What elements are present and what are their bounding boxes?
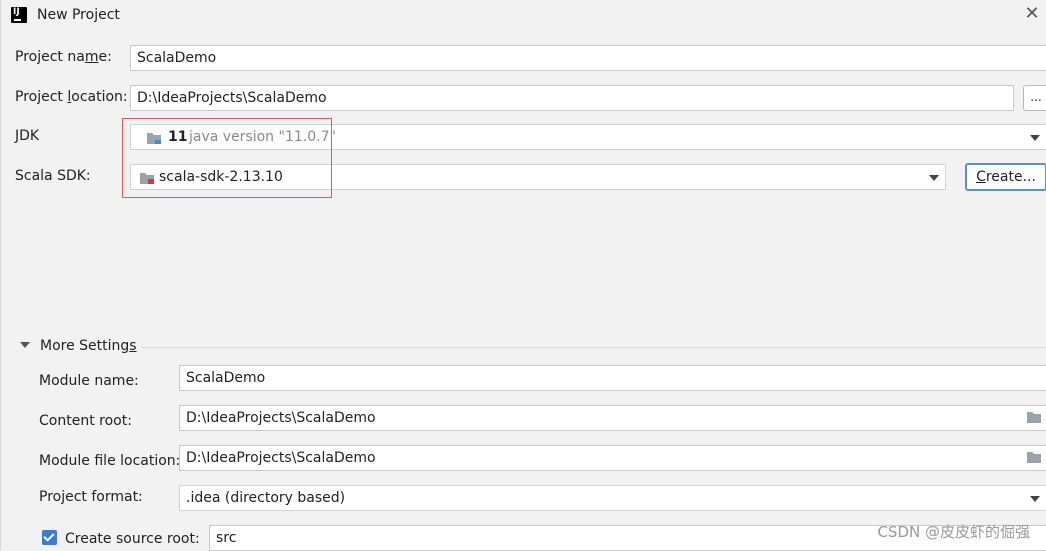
project-format-label: Project format:	[39, 489, 143, 505]
intellij-logo-icon	[11, 7, 27, 23]
chevron-down-icon	[1030, 496, 1040, 502]
content-root-label: Content root:	[39, 413, 132, 429]
module-file-location-input[interactable]: D:\IdeaProjects\ScalaDemo	[179, 445, 1046, 471]
more-settings-header[interactable]: More Settings	[40, 338, 137, 354]
project-location-input[interactable]: D:\IdeaProjects\ScalaDemo	[130, 85, 1014, 111]
watermark: CSDN @皮皮虾的倔强	[877, 523, 1030, 541]
module-name-input[interactable]: ScalaDemo	[179, 365, 1046, 391]
folder-icon[interactable]	[1026, 450, 1042, 464]
module-name-label: Module name:	[39, 373, 139, 389]
triangle-down-icon[interactable]	[20, 342, 30, 348]
highlight-annotation-box	[122, 118, 332, 198]
create-sdk-button[interactable]: Create...	[965, 163, 1046, 191]
create-source-root-checkbox[interactable]	[42, 530, 57, 545]
chevron-down-icon	[1030, 135, 1040, 141]
module-file-location-label: Module file location:	[39, 453, 181, 469]
project-location-label: Project location:	[15, 89, 128, 105]
new-project-dialog: New Project ✕ Project name: ScalaDemo Pr…	[0, 0, 1046, 551]
project-name-label: Project name:	[15, 49, 112, 65]
project-format-value: .idea (directory based)	[186, 490, 346, 506]
project-format-select[interactable]: .idea (directory based)	[179, 485, 1046, 511]
project-name-input[interactable]: ScalaDemo	[130, 45, 1046, 71]
title-bar: New Project ✕	[1, 0, 1046, 32]
create-source-root-label: Create source root:	[65, 531, 200, 547]
section-divider	[141, 347, 1046, 348]
jdk-label: JDK	[15, 128, 40, 144]
scala-sdk-label: Scala SDK:	[15, 168, 91, 184]
close-icon[interactable]: ✕	[1023, 5, 1041, 23]
chevron-down-icon	[929, 175, 939, 181]
window-title: New Project	[37, 7, 120, 23]
folder-icon[interactable]	[1026, 410, 1042, 424]
browse-location-button[interactable]: ...	[1023, 85, 1046, 111]
content-root-input[interactable]: D:\IdeaProjects\ScalaDemo	[179, 405, 1046, 431]
